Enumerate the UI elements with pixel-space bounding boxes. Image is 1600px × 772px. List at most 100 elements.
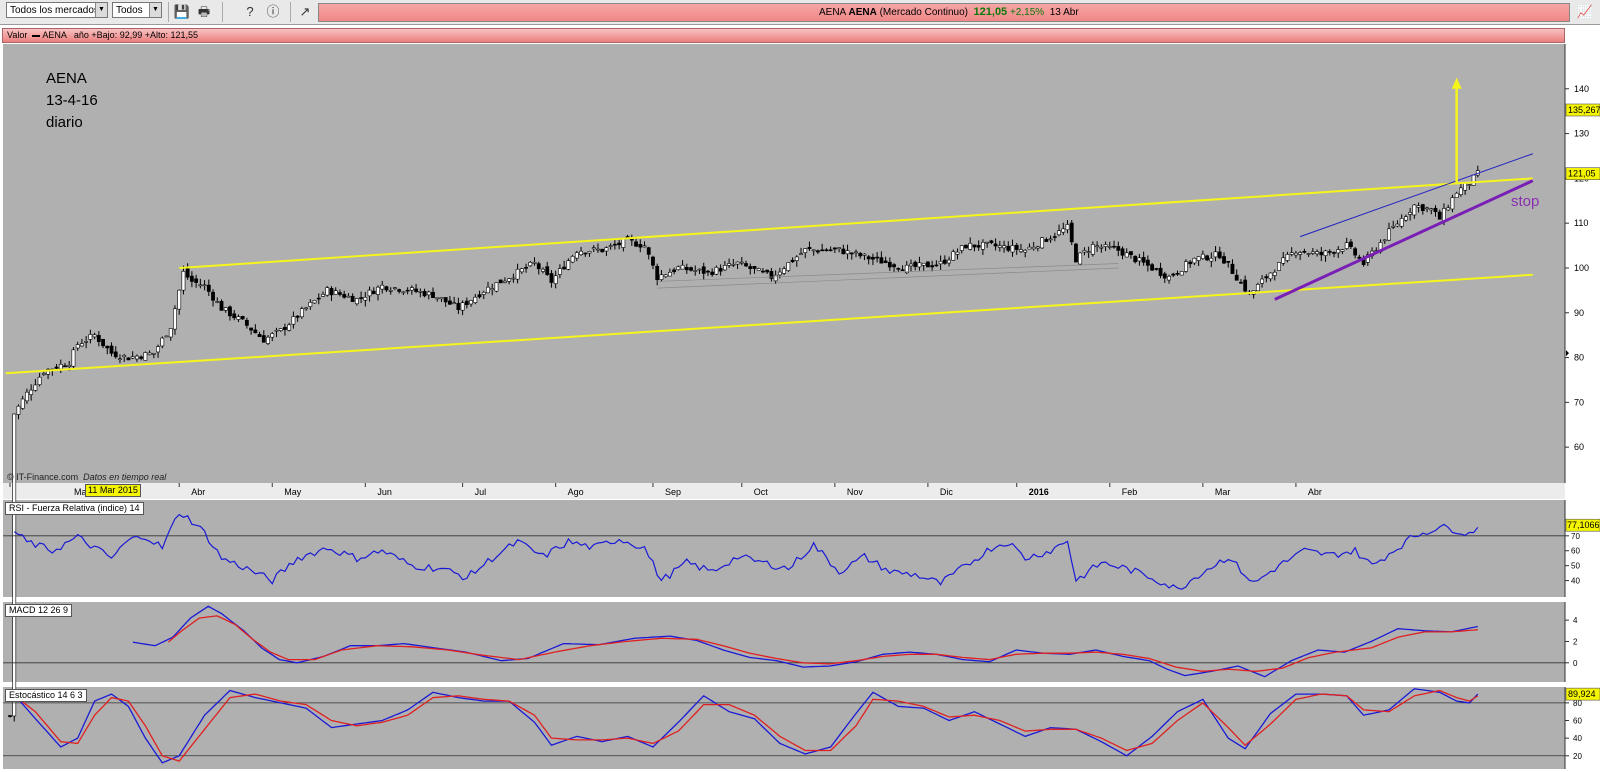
date-tick-label: 2016 [1029, 487, 1049, 497]
date-tick-label: Abr [191, 487, 205, 497]
macd-panel-bg [3, 602, 1565, 682]
candle-body [473, 296, 478, 303]
candle-body [1078, 252, 1083, 265]
candle-body [147, 352, 152, 356]
candle-body [659, 274, 664, 280]
candle-body [71, 349, 76, 367]
candle-body [799, 253, 803, 255]
candle-body [832, 247, 837, 250]
candle-body [828, 249, 833, 252]
candle-body [1171, 273, 1176, 276]
candle-body [1340, 249, 1345, 252]
candle-body [777, 271, 782, 276]
candle-body [562, 266, 567, 270]
candle-body [1404, 216, 1408, 221]
rsi-tick-label: 60 [1571, 547, 1580, 556]
source-credit: © IT-Finance.com Datos en tiempo real [7, 472, 166, 482]
candle-body [845, 250, 850, 255]
candle-body [1019, 249, 1023, 252]
candle-body [1031, 246, 1036, 250]
candle-body [1179, 271, 1184, 276]
candle-body [579, 250, 583, 256]
candle-body [1175, 272, 1180, 275]
candle-body [84, 340, 89, 343]
candle-body [287, 324, 292, 331]
candle-body [401, 291, 406, 294]
date-tick-label: Jun [377, 487, 392, 497]
stoch-value-label: 89,924 [1568, 689, 1596, 699]
candle-body [1090, 244, 1095, 255]
candle-body [384, 286, 389, 291]
stop-label: stop [1511, 193, 1540, 210]
candle-body [532, 261, 537, 264]
rsi-tick-label: 40 [1571, 577, 1580, 586]
candle-body [570, 255, 575, 263]
candle-body [181, 270, 186, 291]
candle-body [900, 269, 905, 271]
macd-title[interactable]: MACD 12 26 9 [5, 604, 73, 617]
candle-body [354, 298, 359, 305]
candle-body [418, 291, 423, 293]
candle-body [752, 265, 757, 269]
candle-body [321, 294, 325, 297]
rsi-tick-label: 50 [1571, 562, 1580, 571]
candle-body [1319, 251, 1324, 256]
stoch-title[interactable]: Estocástico 14 6 3 [5, 689, 87, 702]
candle-body [1454, 192, 1459, 199]
candle-body [541, 268, 545, 272]
candle-body [786, 262, 791, 271]
candle-body [460, 302, 465, 311]
candle-body [744, 263, 748, 267]
candle-body [211, 291, 215, 301]
candle-body [596, 248, 600, 251]
candle-body [283, 327, 287, 330]
candle-body [20, 398, 25, 409]
candle-body [135, 355, 139, 360]
candle-body [88, 334, 93, 340]
candle-body [486, 286, 490, 294]
price-tick-label: 100 [1574, 263, 1589, 273]
candle-body [130, 356, 135, 359]
candle-body [469, 300, 473, 305]
candle-body [1103, 244, 1108, 247]
candle-body [189, 275, 194, 282]
candle-body [1433, 207, 1438, 213]
candle-body [29, 389, 34, 395]
candle-body [109, 345, 114, 354]
candle-body [1213, 251, 1218, 258]
candle-body [968, 242, 973, 250]
price-axis-marker [1566, 350, 1569, 357]
candle-body [722, 265, 727, 271]
last-price-label: 121,05 [1568, 169, 1596, 179]
candle-body [1327, 251, 1332, 253]
candle-body [346, 295, 351, 298]
rsi-panel-bg [3, 500, 1565, 597]
candle-body [1154, 268, 1159, 270]
candle-body [938, 260, 943, 265]
candle-body [1150, 264, 1155, 271]
candle-body [1471, 174, 1476, 186]
candle-body [1268, 272, 1273, 280]
candle-body [253, 329, 258, 334]
candle-body [1395, 223, 1400, 227]
candle-body [143, 352, 148, 361]
candle-body [431, 291, 435, 299]
candle-body [934, 264, 939, 267]
candle-body [92, 334, 97, 338]
candle-body [33, 384, 38, 391]
candle-body [748, 266, 753, 269]
date-tick-label: Mar [1215, 487, 1231, 497]
candle-body [917, 262, 922, 268]
candle-body [448, 300, 452, 305]
candle-body [1264, 276, 1269, 279]
candle-body [1137, 257, 1142, 262]
candle-body [930, 265, 935, 268]
rsi-title[interactable]: RSI - Fuerza Relativa (indice) 14 [5, 502, 144, 515]
candle-body [1188, 261, 1193, 265]
candle-body [642, 245, 647, 248]
candle-body [426, 291, 431, 296]
candle-body [1014, 244, 1019, 250]
candle-body [367, 289, 372, 297]
candle-body [481, 291, 486, 295]
candle-body [206, 284, 211, 292]
